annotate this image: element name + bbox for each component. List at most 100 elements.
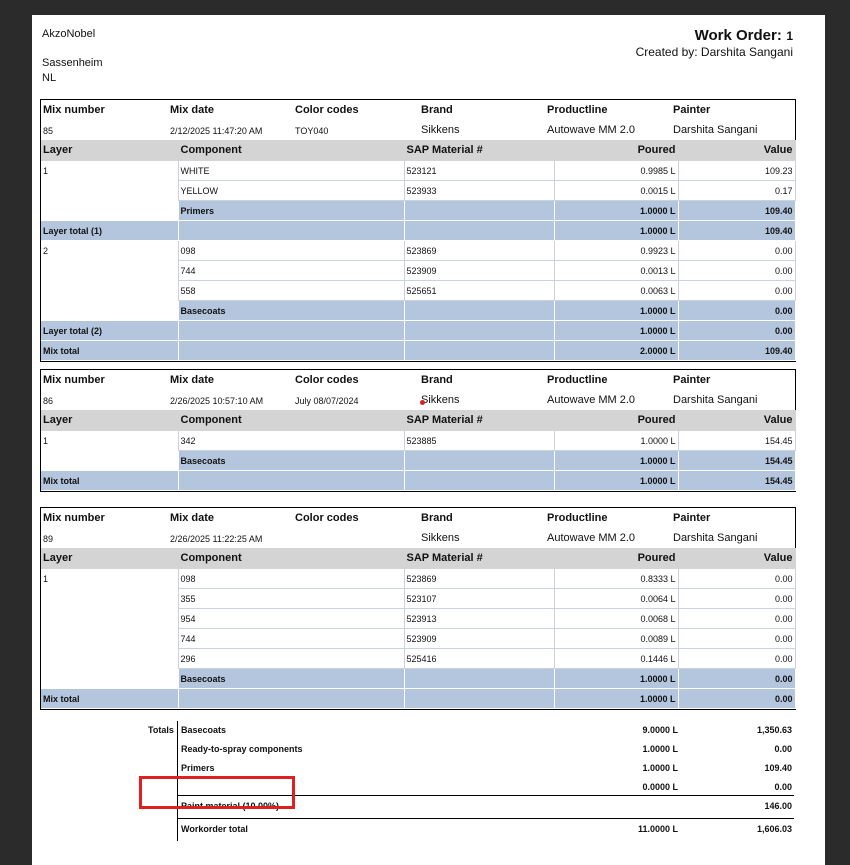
poured-cell: 0.0064 L: [554, 588, 679, 609]
sap-cell: 523933: [404, 180, 555, 201]
mix-header-label: Painter: [673, 512, 711, 524]
component-cell: YELLOW: [178, 180, 405, 201]
component-cell: 558: [178, 280, 405, 301]
poured-cell: 0.0068 L: [554, 608, 679, 629]
value-cell: 109.40: [678, 340, 796, 361]
value-cell: 0.00: [678, 688, 796, 709]
mix-header-label: Mix date: [170, 512, 215, 524]
component-cell: 744: [178, 628, 405, 649]
layer-table-header: Layer Component SAP Material # Poured Value: [41, 410, 796, 431]
sap-cell: [404, 200, 555, 221]
mix-header-value: Darshita Sangani: [673, 394, 758, 406]
column-header-component: Component: [178, 548, 405, 569]
sap-cell: [404, 220, 555, 241]
poured-cell: 0.0013 L: [554, 260, 679, 281]
value-cell: 0.00: [678, 300, 796, 321]
poured-cell: 1.0000 L: [554, 220, 679, 241]
mix-block: Mix number 86 Mix date 2/26/2025 10:57:10 A…: [40, 369, 796, 492]
layer-cell: [41, 260, 179, 281]
mix-header-value: Darshita Sangani: [673, 532, 758, 544]
mix-header: Mix number 86 Mix date 2/26/2025 10:57:10 A…: [41, 370, 795, 410]
mix-header-label: Color codes: [295, 512, 359, 524]
mix-header-value: Sikkens: [421, 532, 460, 544]
highlight-box: [139, 776, 295, 809]
total-row: Mix total 1.0000 L 154.45: [41, 470, 796, 491]
sap-cell: 523885: [404, 430, 555, 451]
total-label: Layer total (2): [41, 320, 179, 341]
sap-cell: [404, 470, 555, 491]
mix-block: Mix number 85 Mix date 2/12/2025 11:47:20 A…: [40, 99, 796, 362]
document-page: AkzoNobel Sassenheim NL Work Order: 1 Cr…: [32, 15, 825, 865]
column-header-layer: Layer: [41, 410, 179, 431]
mix-header-value: Autowave MM 2.0: [547, 532, 636, 544]
totals-row-poured: 1.0000 L: [642, 744, 678, 754]
poured-cell: 1.0000 L: [554, 688, 679, 709]
sap-cell: [404, 688, 555, 709]
totals-row-poured: 0.0000 L: [642, 782, 678, 792]
component-row: 1 098 523869 0.8333 L 0.00: [41, 568, 796, 589]
layer-cell: [41, 280, 179, 301]
component-row: 1 WHITE 523121 0.9985 L 109.23: [41, 160, 796, 181]
poured-cell: 1.0000 L: [554, 300, 679, 321]
mix-header-value: 86: [43, 396, 54, 406]
value-cell: 109.23: [678, 160, 796, 181]
sap-cell: 525651: [404, 280, 555, 301]
mix-header-value: 2/12/2025 11:47:20 AM: [170, 126, 263, 136]
component-cell: 342: [178, 430, 405, 451]
poured-cell: 1.0000 L: [554, 450, 679, 471]
paint-material-value: 146.00: [764, 801, 792, 811]
column-header-sap: SAP Material #: [404, 140, 555, 161]
poured-cell: 1.0000 L: [554, 470, 679, 491]
work-order-title: Work Order:: [694, 27, 782, 44]
subtotal-row: Basecoats 1.0000 L 0.00: [41, 668, 796, 689]
subtotal-label: Primers: [178, 200, 405, 221]
component-row: YELLOW 523933 0.0015 L 0.17: [41, 180, 796, 201]
component-cell: [178, 220, 405, 241]
poured-cell: 2.0000 L: [554, 340, 679, 361]
total-row: Mix total 1.0000 L 0.00: [41, 688, 796, 709]
layer-cell: [41, 300, 179, 321]
layer-table-header: Layer Component SAP Material # Poured Value: [41, 548, 796, 569]
poured-cell: 1.0000 L: [554, 200, 679, 221]
value-cell: 0.00: [678, 240, 796, 261]
mix-header-label: Mix date: [170, 104, 215, 116]
mix-header-label: Productline: [547, 512, 608, 524]
mix-block: Mix number 89 Mix date 2/26/2025 11:22:25 A…: [40, 507, 796, 710]
value-cell: 154.45: [678, 430, 796, 451]
value-cell: 0.00: [678, 320, 796, 341]
layer-table: Layer Component SAP Material # Poured Value 1…: [41, 548, 796, 709]
work-order-number: 1: [786, 29, 793, 43]
workorder-rule: [177, 818, 794, 819]
component-cell: 954: [178, 608, 405, 629]
subtotal-row: Basecoats 1.0000 L 0.00: [41, 300, 796, 321]
value-cell: 0.00: [678, 260, 796, 281]
mix-header-label: Brand: [421, 512, 453, 524]
company-country: NL: [42, 72, 57, 84]
value-cell: 0.00: [678, 648, 796, 669]
mix-header-label: Mix date: [170, 374, 215, 386]
poured-cell: 0.8333 L: [554, 568, 679, 589]
total-label: Mix total: [41, 688, 179, 709]
column-header-sap: SAP Material #: [404, 410, 555, 431]
component-row: 744 523909 0.0013 L 0.00: [41, 260, 796, 281]
mix-header-value: 85: [43, 126, 54, 136]
component-row: 954 523913 0.0068 L 0.00: [41, 608, 796, 629]
totals-row-value: 1,350.63: [756, 725, 792, 735]
total-row: Layer total (2) 1.0000 L 0.00: [41, 320, 796, 341]
mix-header-value: Darshita Sangani: [673, 124, 758, 136]
company-city: Sassenheim: [42, 57, 103, 69]
component-row: 296 525416 0.1446 L 0.00: [41, 648, 796, 669]
component-cell: [178, 340, 405, 361]
mix-header-value: TOY040: [295, 126, 329, 136]
totals-label: Totals: [148, 725, 174, 735]
sap-cell: 523869: [404, 240, 555, 261]
subtotal-row: Basecoats 1.0000 L 154.45: [41, 450, 796, 471]
value-cell: 154.45: [678, 450, 796, 471]
sap-cell: [404, 450, 555, 471]
company-address: AkzoNobel Sassenheim NL: [42, 27, 103, 86]
component-row: 2 098 523869 0.9923 L 0.00: [41, 240, 796, 261]
layer-cell: [41, 628, 179, 649]
sap-cell: [404, 300, 555, 321]
mix-header-label: Mix number: [43, 512, 105, 524]
workorder-total-label: Workorder total: [181, 824, 248, 834]
